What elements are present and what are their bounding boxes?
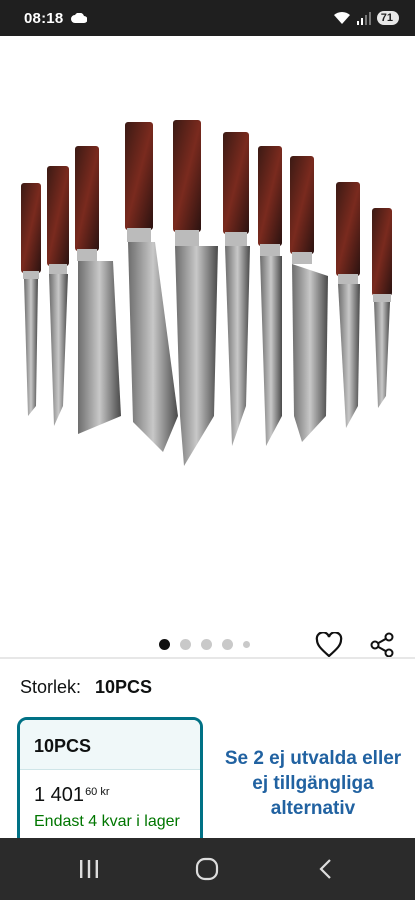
section-divider (0, 657, 415, 659)
option-price: 1 40160 kr (20, 770, 200, 807)
heart-icon (315, 632, 343, 658)
status-time: 08:18 (24, 9, 64, 27)
status-icons: 71 (333, 11, 399, 25)
home-icon (196, 857, 219, 881)
gallery-dot[interactable] (201, 639, 212, 650)
share-icon (370, 632, 394, 658)
battery-icon: 71 (376, 11, 399, 25)
price-currency: kr (100, 786, 110, 798)
battery-level: 71 (380, 12, 393, 24)
gallery-dot[interactable] (243, 641, 250, 648)
recents-button[interactable] (69, 849, 109, 889)
product-image-gallery[interactable] (0, 36, 415, 658)
system-nav-bar (0, 838, 415, 900)
home-button[interactable] (187, 849, 227, 889)
size-value: 10PCS (95, 677, 153, 697)
wifi-icon (333, 11, 350, 24)
product-image (21, 120, 392, 466)
unavailable-options-link[interactable]: Se 2 ej utvalda eller ej tillgängliga al… (218, 746, 408, 821)
size-selector: Storlek: 10PCS (20, 677, 152, 698)
signal-icon (356, 12, 371, 25)
back-icon (319, 859, 331, 879)
gallery-dot[interactable] (222, 639, 233, 650)
gallery-pagination[interactable] (159, 639, 250, 650)
gallery-dot[interactable] (159, 639, 170, 650)
favorite-button[interactable] (314, 630, 344, 660)
size-label: Storlek: (20, 677, 82, 697)
cloud-icon (71, 13, 88, 23)
stock-status: Endast 4 kvar i lager (34, 813, 180, 830)
gallery-dot[interactable] (180, 639, 191, 650)
size-option-card[interactable]: 10PCS 1 40160 kr Endast 4 kvar i lager (17, 717, 203, 857)
option-title: 10PCS (20, 720, 200, 770)
back-button[interactable] (306, 849, 346, 889)
recents-icon (80, 860, 99, 878)
price-fraction: 60 (85, 786, 98, 798)
status-bar: 08:18 71 (0, 0, 415, 36)
share-button[interactable] (367, 630, 397, 660)
price-main: 1 401 (34, 784, 85, 806)
